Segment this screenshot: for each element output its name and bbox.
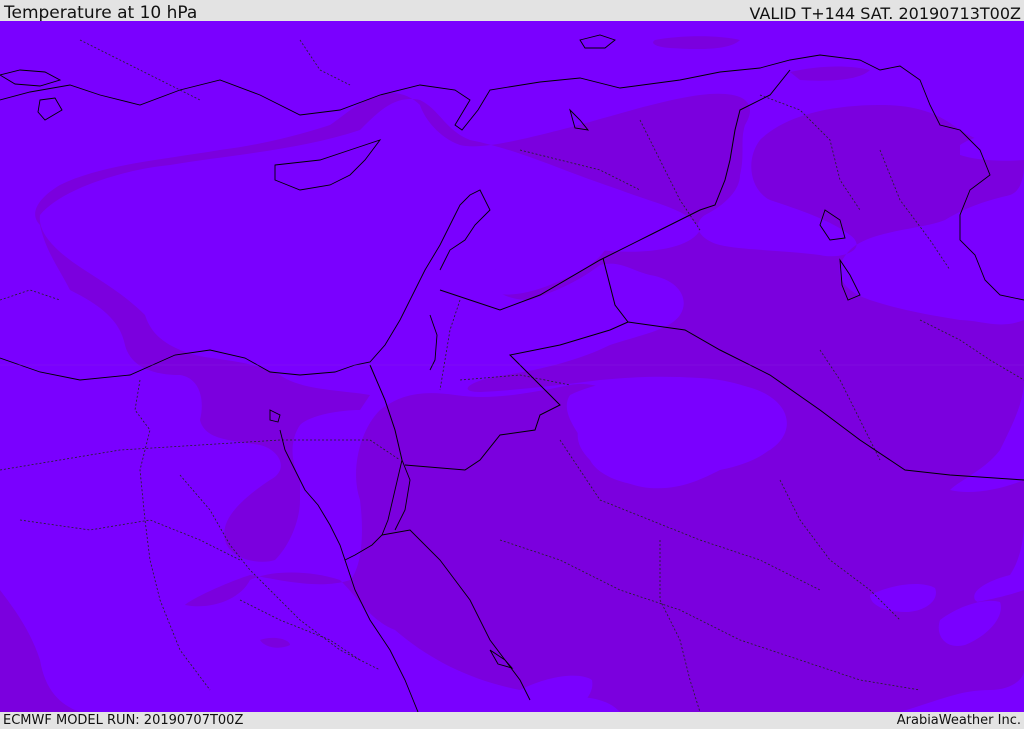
temperature-map	[0, 21, 1024, 712]
credit-text: ArabiaWeather Inc.	[896, 713, 1021, 728]
map-footer: ECMWF MODEL RUN: 20190707T00Z ArabiaWeat…	[0, 712, 1024, 729]
map-header: Temperature at 10 hPa VALID T+144 SAT. 2…	[0, 0, 1024, 23]
model-run: ECMWF MODEL RUN: 20190707T00Z	[3, 713, 244, 728]
map-area[interactable]	[0, 21, 1024, 712]
map-title: Temperature at 10 hPa	[4, 3, 198, 23]
